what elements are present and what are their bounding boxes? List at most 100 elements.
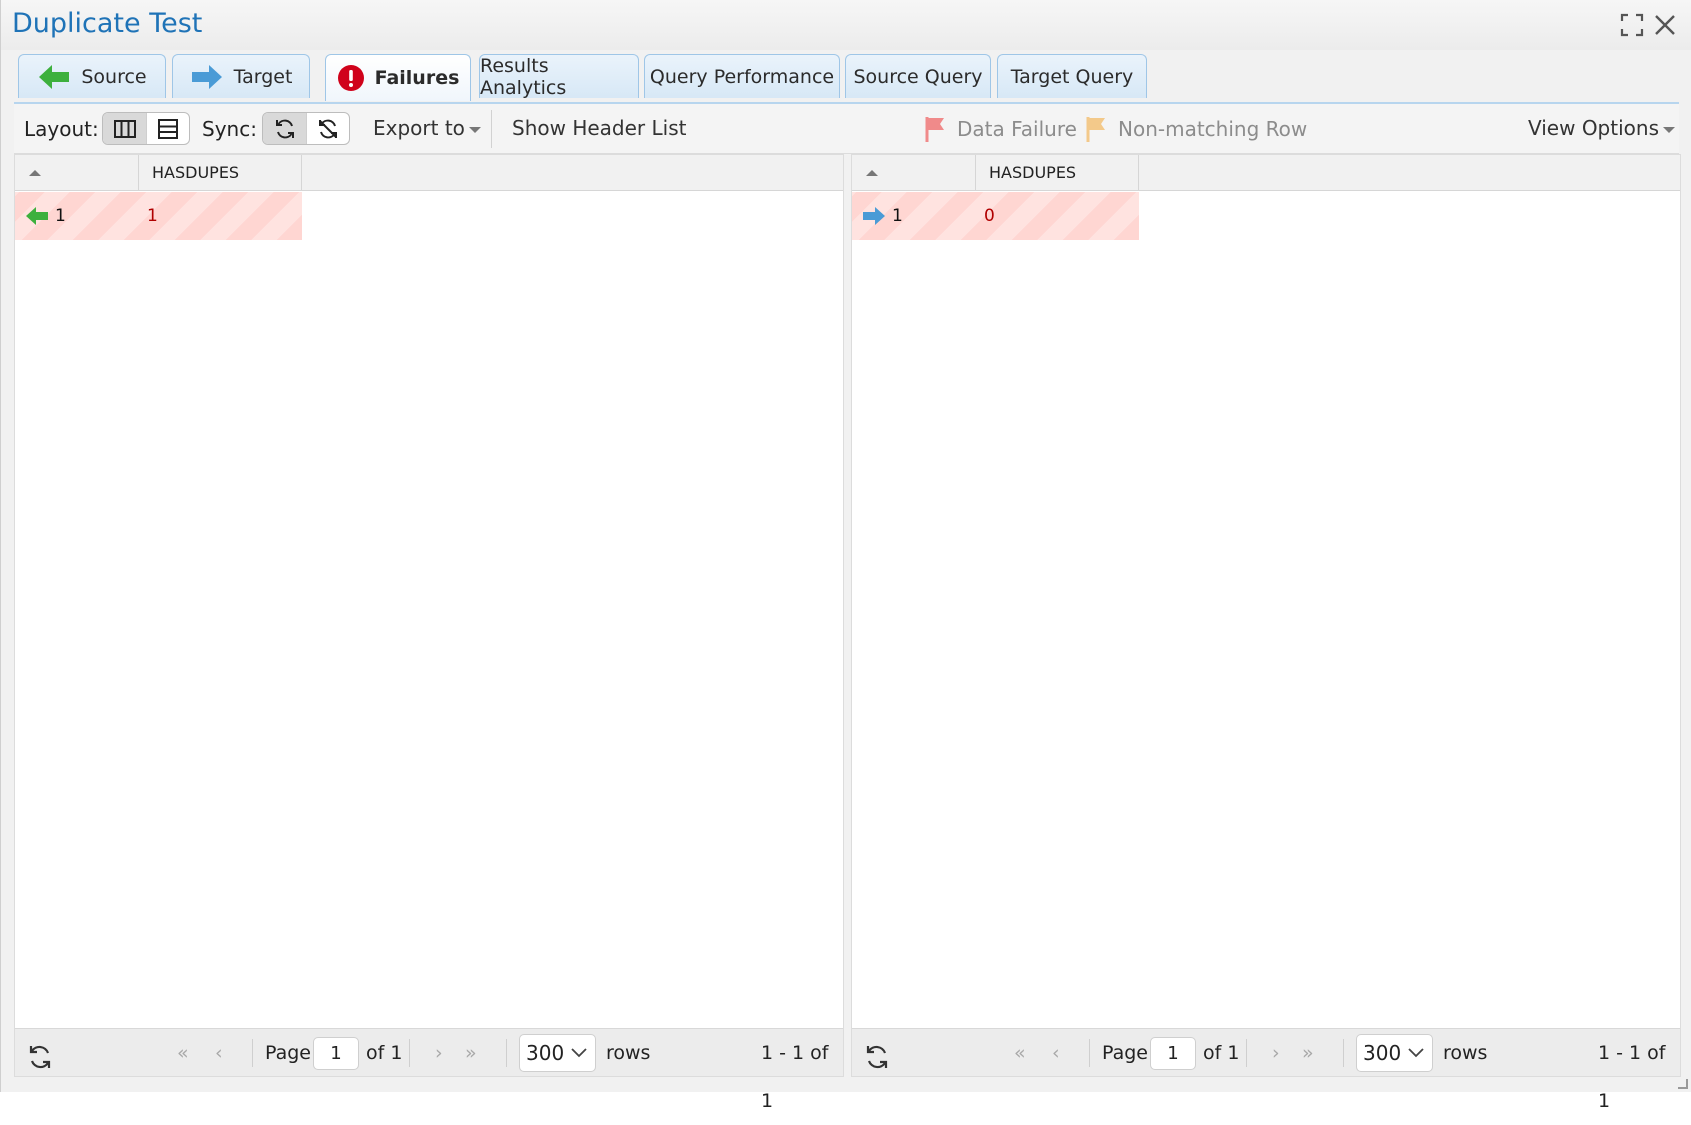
tab-failures-label: Failures [374, 67, 460, 89]
refresh-icon [866, 1045, 888, 1069]
sort-ascending-icon [29, 170, 41, 176]
maximize-button[interactable] [1619, 12, 1645, 38]
chevron-down-icon [468, 126, 481, 133]
refresh-icon [29, 1045, 51, 1069]
target-prev-page-button[interactable]: ‹ [1052, 1029, 1060, 1077]
layout-label: Layout: [24, 117, 99, 141]
source-record-summary: 1 - 1 of 1 [761, 1042, 829, 1112]
error-exclamation-icon [337, 65, 364, 91]
source-page-count: of 1 [366, 1042, 403, 1064]
target-page-label: Page [1102, 1042, 1148, 1064]
target-hasdupes-header[interactable]: HASDUPES [976, 155, 1139, 191]
view-options-label: View Options [1528, 116, 1659, 140]
tab-source[interactable]: Source [18, 54, 166, 98]
target-page-input[interactable]: 1 [1150, 1037, 1196, 1070]
export-to-label: Export to [373, 116, 465, 140]
layout-stacked-button[interactable] [146, 113, 189, 144]
sync-on-button[interactable] [263, 113, 306, 144]
source-prev-page-button[interactable]: ‹ [215, 1029, 223, 1077]
title-bar: Duplicate Test [1, 0, 1691, 50]
rows-icon [158, 118, 178, 139]
target-table-row[interactable]: 1 0 [852, 192, 1139, 240]
target-first-page-button[interactable]: « [1014, 1029, 1026, 1077]
source-rows-label: rows [606, 1042, 651, 1064]
source-page-input[interactable]: 1 [313, 1037, 359, 1070]
sync-off-button[interactable] [306, 113, 349, 144]
pager-divider [409, 1039, 410, 1067]
source-hasdupes-header[interactable]: HASDUPES [139, 155, 302, 191]
target-rows-label: rows [1443, 1042, 1488, 1064]
duplicate-test-window: Duplicate Test Source Target Failures Re… [0, 0, 1691, 1112]
chevron-down-icon [1663, 126, 1675, 133]
window-title: Duplicate Test [12, 8, 203, 39]
source-pager: « ‹ Page 1 of 1 › » 300 rows 1 - 1 of 1 [15, 1028, 843, 1112]
source-row-index-header[interactable] [15, 155, 139, 191]
source-page-label: Page [265, 1042, 311, 1064]
sync-disabled-icon [319, 119, 337, 138]
tab-results-analytics-label: Results Analytics [480, 54, 567, 99]
source-rows-per-page-value: 300 [526, 1041, 565, 1065]
target-row-index: 1 [892, 206, 903, 226]
target-rows-per-page-value: 300 [1363, 1041, 1402, 1065]
source-rows-per-page-select[interactable]: 300 [519, 1034, 596, 1072]
show-header-list-button[interactable]: Show Header List [512, 116, 686, 140]
target-grid-header: HASDUPES [852, 155, 1680, 191]
toolbar: Layout: Sync: Export to Show Header List… [14, 104, 1679, 154]
pager-divider [1343, 1039, 1344, 1067]
arrow-left-green-icon [39, 64, 70, 89]
chevron-down-icon [1408, 1048, 1424, 1058]
source-last-page-button[interactable]: » [465, 1029, 477, 1077]
toolbar-divider [491, 110, 492, 148]
red-flag-icon [925, 117, 944, 142]
sync-icon [275, 119, 294, 138]
target-refresh-button[interactable] [864, 1040, 890, 1069]
tab-target[interactable]: Target [172, 54, 310, 98]
close-icon [1655, 15, 1675, 35]
view-options-dropdown[interactable]: View Options [1528, 116, 1675, 140]
sync-toggle [262, 112, 350, 145]
tab-source-query[interactable]: Source Query [845, 54, 991, 98]
sync-label: Sync: [202, 117, 257, 141]
legend-data-failure: Data Failure [924, 116, 1077, 142]
source-row-index: 1 [55, 206, 66, 226]
target-last-page-button[interactable]: » [1302, 1029, 1314, 1077]
columns-icon [113, 119, 136, 138]
target-record-summary: 1 - 1 of 1 [1598, 1042, 1666, 1112]
layout-toggle [102, 112, 190, 145]
tab-bar: Source Target Failures Results Analytics… [14, 54, 1679, 104]
arrow-right-blue-icon [191, 64, 222, 89]
window-resize-handle[interactable] [1678, 1079, 1688, 1089]
tab-query-performance[interactable]: Query Performance [644, 54, 840, 98]
tab-target-query[interactable]: Target Query [997, 54, 1147, 98]
pager-divider [1246, 1039, 1247, 1067]
target-hasdupes-value: 0 [984, 206, 995, 226]
tab-results-analytics[interactable]: Results Analytics [479, 54, 639, 99]
target-rows-per-page-select[interactable]: 300 [1356, 1034, 1433, 1072]
tab-query-performance-label: Query Performance [649, 65, 835, 88]
maximize-icon [1620, 13, 1644, 37]
target-grid: HASDUPES 1 0 « ‹ Page 1 of 1 › » 300 row… [851, 154, 1681, 1112]
close-button[interactable] [1652, 12, 1678, 38]
source-table-row[interactable]: 1 1 [15, 192, 302, 240]
tab-target-query-label: Target Query [1010, 65, 1134, 88]
tab-failures[interactable]: Failures [325, 54, 471, 101]
target-row-index-header[interactable] [852, 155, 976, 191]
pager-divider [1089, 1039, 1090, 1067]
source-first-page-button[interactable]: « [177, 1029, 189, 1077]
pager-divider [506, 1039, 507, 1067]
source-next-page-button[interactable]: › [435, 1029, 443, 1077]
tab-source-query-label: Source Query [853, 65, 983, 88]
tab-target-label: Target [233, 65, 293, 88]
source-grid: HASDUPES 1 1 « ‹ Page 1 of 1 › » 300 row… [14, 154, 844, 1112]
arrow-right-blue-icon [863, 207, 885, 225]
target-next-page-button[interactable]: › [1272, 1029, 1280, 1077]
legend-nonmatching-row: Non-matching Row [1085, 116, 1307, 142]
sort-ascending-icon [866, 170, 878, 176]
layout-side-by-side-button[interactable] [103, 113, 146, 144]
source-hasdupes-value: 1 [147, 206, 158, 226]
target-pager: « ‹ Page 1 of 1 › » 300 rows 1 - 1 of 1 [852, 1028, 1680, 1112]
pager-divider [252, 1039, 253, 1067]
chevron-down-icon [571, 1048, 587, 1058]
source-refresh-button[interactable] [27, 1040, 53, 1069]
export-to-dropdown[interactable]: Export to [373, 116, 481, 140]
